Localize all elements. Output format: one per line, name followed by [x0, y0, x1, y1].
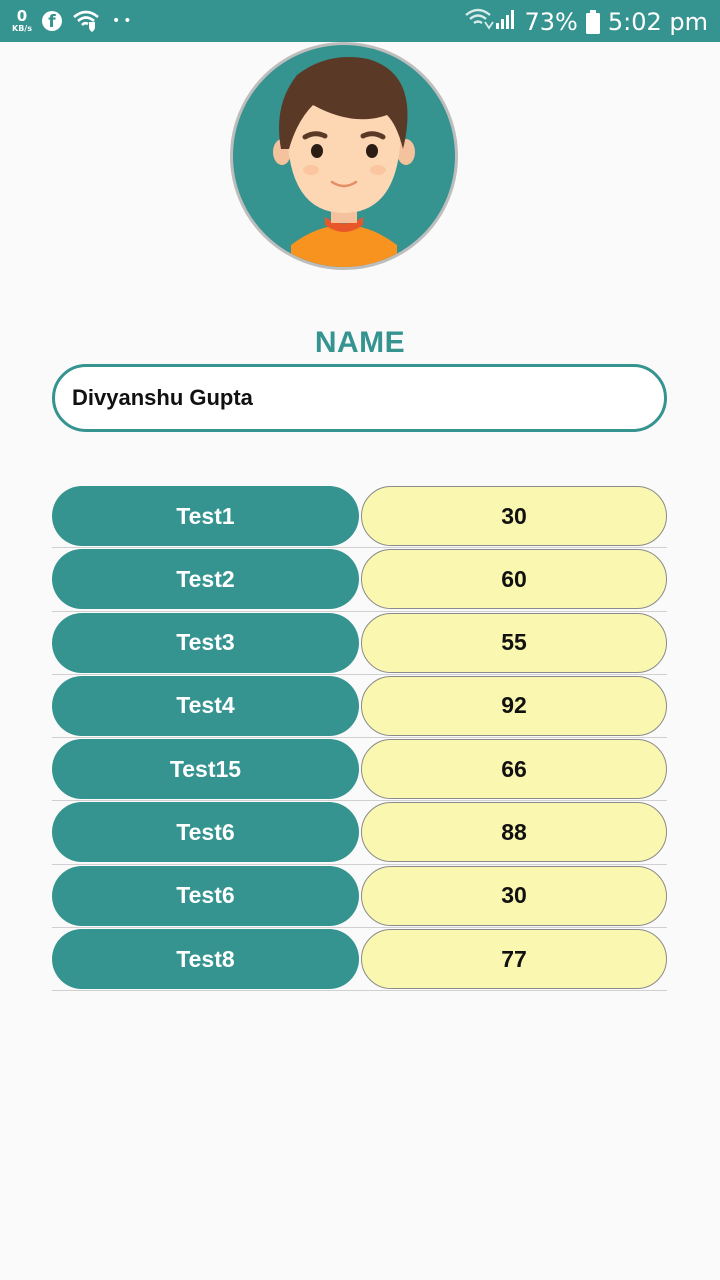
score-row: Test1 30 [52, 485, 667, 549]
scores-list: Test1 30 Test2 60 Test3 55 Test4 92 Test… [52, 485, 667, 992]
test-score-cell[interactable]: 92 [361, 675, 667, 736]
test-score-cell[interactable]: 30 [361, 865, 667, 926]
battery-percent: 73% [524, 8, 578, 36]
net-speed-value: 0 [16, 7, 28, 25]
score-row: Test2 60 [52, 548, 667, 612]
status-bar-left: 0 KB/s f •• [8, 6, 135, 36]
net-speed-unit: KB/s [12, 24, 32, 33]
score-row: Test8 77 [52, 928, 667, 992]
test-name-cell[interactable]: Test6 [52, 865, 359, 926]
test-name-cell[interactable]: Test15 [52, 739, 359, 800]
name-input[interactable] [70, 384, 664, 412]
clock: 5:02 pm [607, 8, 708, 36]
test-score-cell[interactable]: 30 [361, 486, 667, 546]
score-row: Test15 66 [52, 738, 667, 802]
test-name-cell[interactable]: Test2 [52, 549, 359, 610]
net-speed-indicator: 0 KB/s [8, 9, 36, 33]
battery-icon [585, 10, 600, 34]
status-bar: 0 KB/s f •• 73% 5:02 pm [0, 0, 720, 42]
test-name-cell[interactable]: Test3 [52, 612, 359, 673]
test-name-cell[interactable]: Test6 [52, 802, 359, 863]
score-row: Test4 92 [52, 675, 667, 739]
boy-avatar-icon [273, 57, 415, 267]
score-row: Test3 55 [52, 612, 667, 675]
test-name-cell[interactable]: Test1 [52, 486, 359, 546]
more-notifications-icon: •• [112, 13, 135, 29]
test-score-cell[interactable]: 55 [361, 612, 667, 673]
wifi-shield-icon [72, 10, 100, 32]
test-score-cell[interactable]: 88 [361, 802, 667, 863]
score-row: Test6 88 [52, 801, 667, 865]
name-label: NAME [314, 326, 406, 359]
profile-avatar[interactable] [230, 42, 458, 270]
test-score-cell[interactable]: 66 [361, 739, 667, 800]
test-score-cell[interactable]: 60 [361, 549, 667, 610]
test-name-cell[interactable]: Test4 [52, 675, 359, 736]
cell-signal-icon [495, 8, 517, 36]
name-field[interactable] [52, 364, 667, 432]
facebook-icon: f [42, 11, 62, 31]
test-score-cell[interactable]: 77 [361, 929, 667, 990]
test-name-cell[interactable]: Test8 [52, 929, 359, 990]
score-row: Test6 30 [52, 865, 667, 929]
wifi-signal-icon [464, 8, 495, 36]
status-bar-right: 73% 5:02 pm [464, 6, 708, 38]
